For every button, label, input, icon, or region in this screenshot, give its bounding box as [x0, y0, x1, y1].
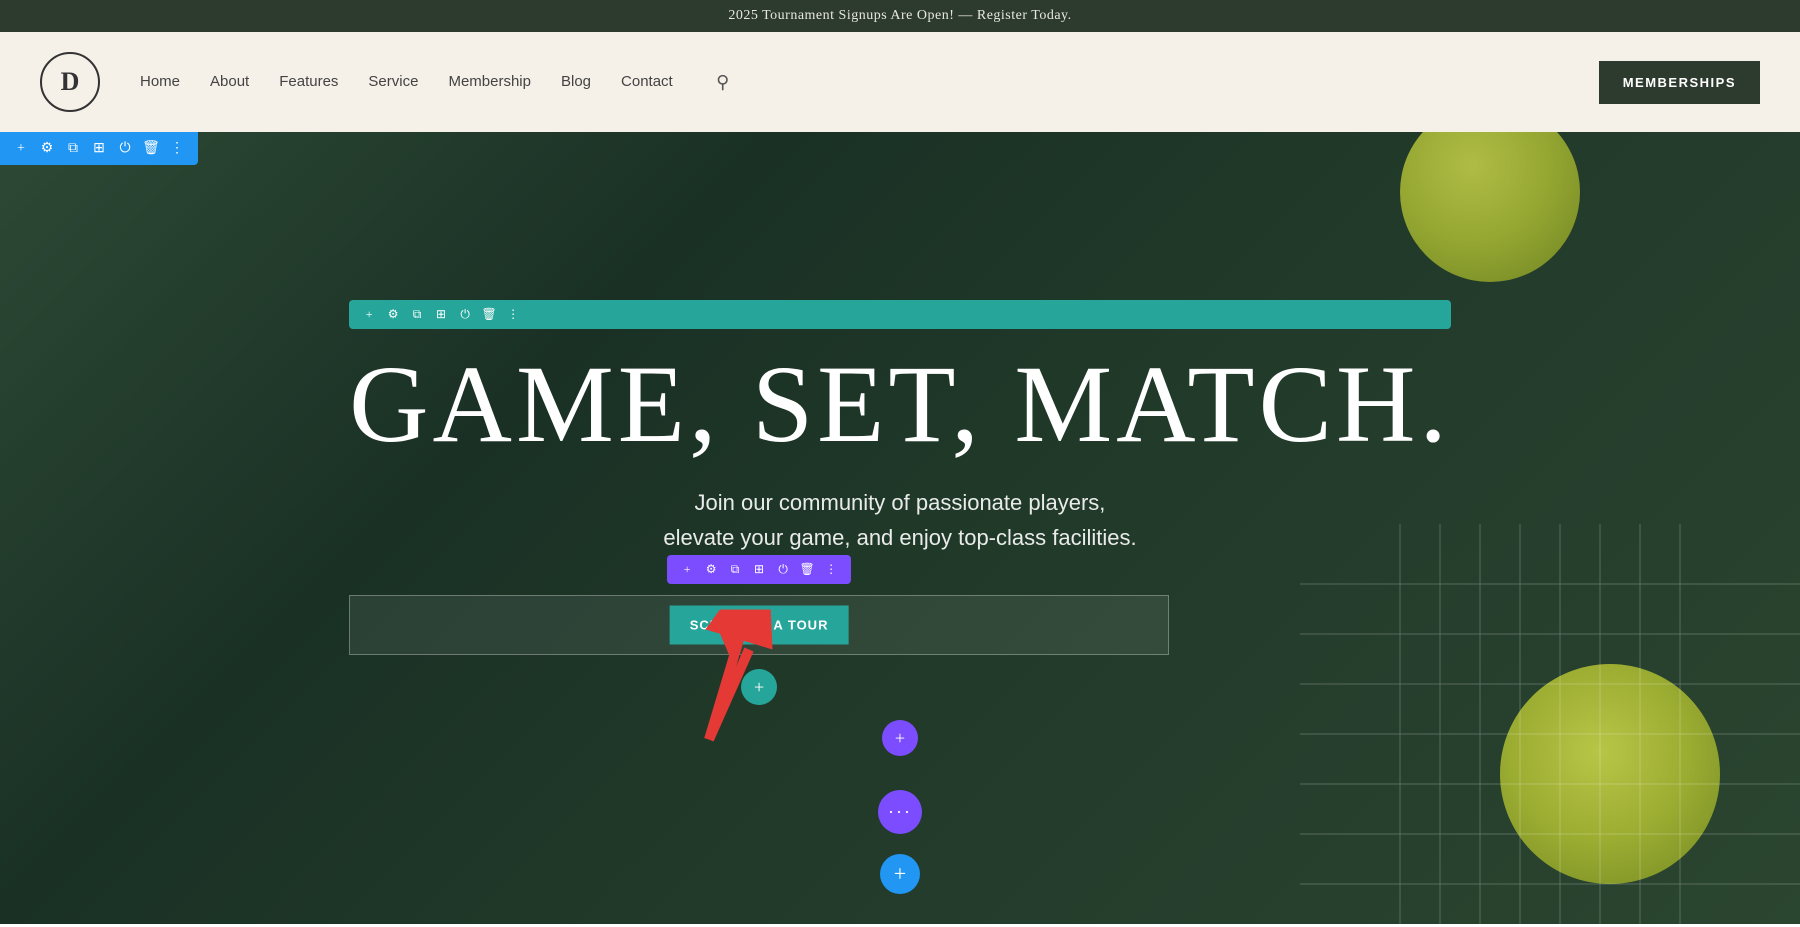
more-icon-sm[interactable]: ⋮	[505, 307, 521, 322]
memberships-button[interactable]: MEMBERSHIPS	[1599, 61, 1760, 104]
duplicate-icon[interactable]: ⧉	[64, 141, 82, 157]
delete-icon-sm[interactable]: 🗑	[481, 307, 497, 322]
nav-links: Home About Features Service Membership B…	[140, 72, 1599, 92]
hero-subtitle: Join our community of passionate players…	[349, 485, 1451, 555]
nav-contact[interactable]: Contact	[621, 73, 673, 90]
add-element-button-teal[interactable]: +	[741, 669, 777, 705]
search-icon[interactable]: ⚲	[713, 72, 733, 92]
more-options-button[interactable]: ···	[878, 790, 922, 834]
power-icon-sm[interactable]: ⏻	[457, 307, 473, 322]
cta-wrapper: + ⚙ ⧉ ⊞ ⏻ 🗑 ⋮ SCHEDULE A TOUR	[349, 595, 1169, 655]
add-section-button[interactable]: +	[880, 854, 920, 894]
nav-blog[interactable]: Blog	[561, 73, 591, 90]
nav-logo[interactable]: D	[40, 52, 100, 112]
announcement-bar: 2025 Tournament Signups Are Open! — Regi…	[0, 0, 1800, 32]
nav-membership[interactable]: Membership	[448, 73, 531, 90]
add-icon[interactable]: +	[12, 141, 30, 157]
grid-icon[interactable]: ⊞	[90, 140, 108, 157]
section-toolbar-top: + ⚙ ⧉ ⊞ ⏻ 🗑 ⋮	[0, 132, 198, 165]
element-toolbar-purple: + ⚙ ⧉ ⊞ ⏻ 🗑 ⋮	[667, 555, 851, 584]
more-icon-el[interactable]: ⋮	[823, 562, 839, 577]
delete-icon-el[interactable]: 🗑	[799, 562, 815, 577]
announcement-text: 2025 Tournament Signups Are Open! — Regi…	[728, 8, 1071, 23]
add-element-button-purple[interactable]: +	[882, 720, 918, 756]
add-icon-sm[interactable]: +	[361, 307, 377, 322]
nav-home[interactable]: Home	[140, 73, 180, 90]
nav-service[interactable]: Service	[368, 73, 418, 90]
hero-title: GAME, SET, MATCH.	[349, 344, 1451, 465]
delete-icon[interactable]: 🗑	[142, 140, 160, 157]
grid-icon-el[interactable]: ⊞	[751, 562, 767, 577]
grid-icon-sm[interactable]: ⊞	[433, 307, 449, 322]
section-toolbar-teal: + ⚙ ⧉ ⊞ ⏻ 🗑 ⋮	[349, 300, 1451, 329]
power-icon[interactable]: ⏻	[116, 141, 134, 157]
more-icon[interactable]: ⋮	[168, 140, 186, 157]
settings-icon-sm[interactable]: ⚙	[385, 307, 401, 322]
duplicate-icon-sm[interactable]: ⧉	[409, 307, 425, 322]
settings-icon-el[interactable]: ⚙	[703, 562, 719, 577]
hero-section: + ⚙ ⧉ ⊞ ⏻ 🗑 ⋮ + ⚙ ⧉ ⊞ ⏻ 🗑 ⋮ GAME, SET, M…	[0, 132, 1800, 924]
tennis-ball-top	[1400, 132, 1580, 282]
navbar: D Home About Features Service Membership…	[0, 32, 1800, 132]
nav-about[interactable]: About	[210, 73, 249, 90]
nav-features[interactable]: Features	[279, 73, 338, 90]
settings-icon[interactable]: ⚙	[38, 140, 56, 157]
duplicate-icon-el[interactable]: ⧉	[727, 562, 743, 577]
hero-content: + ⚙ ⧉ ⊞ ⏻ 🗑 ⋮ GAME, SET, MATCH. Join our…	[349, 300, 1451, 756]
add-icon-el[interactable]: +	[679, 562, 695, 577]
power-icon-el[interactable]: ⏻	[775, 562, 791, 577]
